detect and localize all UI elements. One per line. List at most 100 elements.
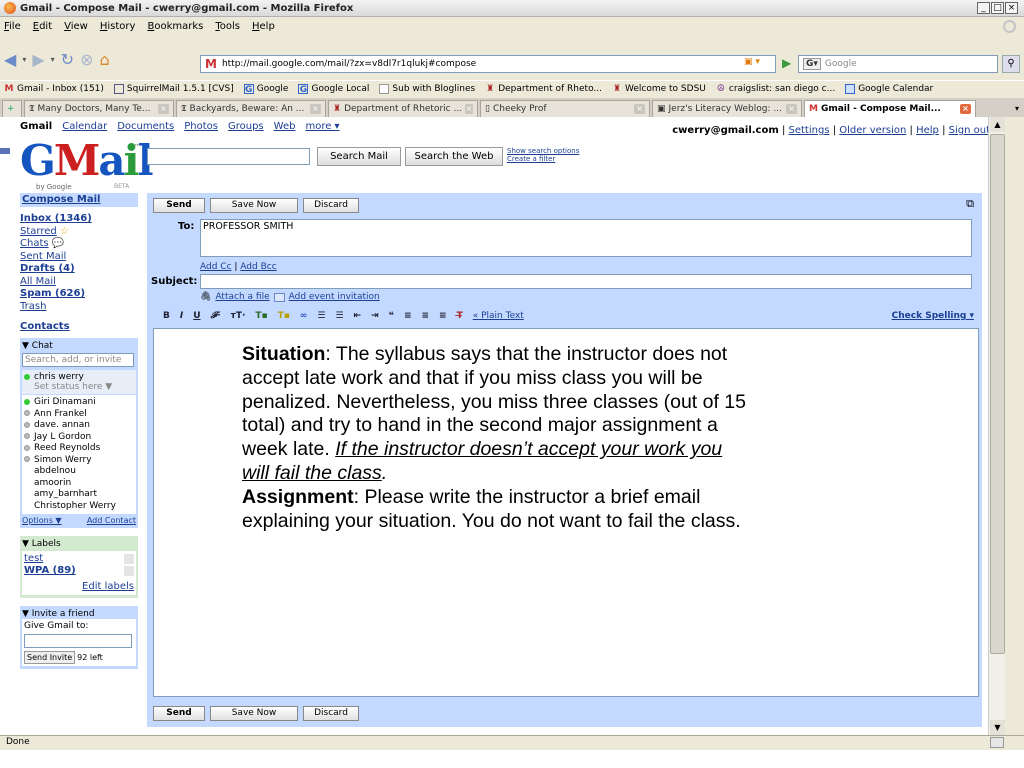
tab-close-icon[interactable]: × — [310, 104, 321, 114]
topnav-groups[interactable]: Groups — [228, 121, 264, 132]
align-right-icon[interactable]: ≡ — [439, 311, 447, 321]
topnav-photos[interactable]: Photos — [184, 121, 218, 132]
older-version-link[interactable]: Older version — [839, 125, 906, 136]
topnav-calendar[interactable]: Calendar — [62, 121, 107, 132]
align-center-icon[interactable]: ≡ — [421, 311, 429, 321]
tab-close-icon[interactable]: × — [158, 104, 169, 114]
subject-field[interactable] — [200, 274, 972, 289]
search-mail-button[interactable]: Search Mail — [317, 147, 401, 166]
scroll-down-icon[interactable]: ▼ — [990, 720, 1005, 735]
url-bar[interactable]: M http://mail.google.com/mail/?zx=v8dl7r… — [200, 55, 776, 73]
tab-rhetoric[interactable]: ♜ Department of Rhetoric ... × — [328, 100, 478, 117]
to-field[interactable]: PROFESSOR SMITH — [200, 219, 972, 257]
add-cc-link[interactable]: Add Cc — [200, 262, 232, 272]
minimize-button[interactable]: _ — [977, 2, 990, 14]
tab-backyards[interactable]: 𝕿 Backyards, Beware: An ... × — [176, 100, 326, 117]
save-now-button[interactable]: Save Now — [210, 198, 298, 213]
sidebar-item-all-mail[interactable]: All Mail — [20, 276, 56, 287]
scrollbar-thumb[interactable] — [990, 134, 1005, 654]
bookmark-sdsu[interactable]: ♜ Welcome to SDSU — [612, 84, 706, 94]
menu-file[interactable]: File — [4, 21, 21, 32]
sidebar-item-inbox[interactable]: Inbox (1346) — [20, 213, 92, 224]
bookmark-gmail-inbox[interactable]: M Gmail - Inbox (151) — [4, 84, 104, 94]
topnav-documents[interactable]: Documents — [117, 121, 174, 132]
add-event-link[interactable]: Add event invitation — [289, 292, 380, 302]
gmail-logo[interactable]: GMail ™ by Google BETA — [20, 139, 154, 193]
tab-close-icon[interactable]: × — [465, 104, 473, 114]
forward-icon[interactable]: ▶ — [32, 50, 44, 69]
back-dropdown-icon[interactable]: ▾ — [22, 55, 26, 64]
tab-close-icon[interactable]: × — [960, 104, 971, 114]
home-icon[interactable]: ⌂ — [99, 50, 109, 69]
chat-search-input[interactable]: Search, add, or invite — [22, 353, 134, 367]
align-left-icon[interactable]: ≡ — [404, 311, 412, 321]
chat-contact[interactable]: Jay L Gordon — [22, 432, 136, 444]
send-invite-button[interactable]: Send Invite — [24, 651, 76, 664]
chat-options-link[interactable]: Options ▼ — [22, 516, 62, 525]
rss-icon[interactable]: ▣ ▾ — [744, 57, 760, 67]
tab-close-icon[interactable]: × — [634, 104, 645, 114]
back-icon[interactable]: ◀ — [4, 50, 16, 69]
discard-button[interactable]: Discard — [303, 198, 359, 213]
link-icon[interactable]: ∞ — [300, 311, 308, 321]
menu-view[interactable]: View — [64, 21, 88, 32]
bold-icon[interactable]: B — [163, 311, 170, 321]
chat-contact[interactable]: abdelnou — [22, 466, 136, 478]
attach-file-link[interactable]: Attach a file — [215, 292, 269, 302]
add-contact-link[interactable]: Add Contact — [87, 516, 136, 525]
compose-mail-link[interactable]: Compose Mail — [22, 194, 100, 205]
italic-icon[interactable]: I — [180, 311, 183, 321]
help-link[interactable]: Help — [916, 125, 939, 136]
quote-icon[interactable]: ❝ — [389, 311, 394, 321]
bullet-list-icon[interactable]: ☰ — [335, 311, 343, 321]
chat-contact[interactable]: Giri Dinamani — [22, 397, 136, 409]
check-spelling-link[interactable]: Check Spelling ▾ — [892, 311, 974, 321]
chat-contact[interactable]: Christopher Werry — [22, 501, 136, 513]
tab-jerz[interactable]: ▣ Jerz's Literacy Weblog: ... × — [652, 100, 802, 117]
new-tab-button[interactable]: + — [2, 100, 22, 117]
bookmark-google-local[interactable]: G Google Local — [298, 84, 369, 95]
chat-contact[interactable]: Ann Frankel — [22, 409, 136, 421]
close-button[interactable]: × — [1005, 2, 1018, 14]
send-button[interactable]: Send — [153, 198, 205, 213]
scroll-up-icon[interactable]: ▲ — [990, 117, 1005, 132]
label-test[interactable]: test — [24, 553, 43, 565]
page-scrollbar[interactable]: ▲ ▼ — [988, 117, 1005, 735]
bookmark-bloglines[interactable]: Sub with Bloglines — [379, 84, 475, 94]
label-wpa[interactable]: WPA (89) — [24, 565, 76, 577]
tab-close-icon[interactable]: × — [786, 104, 797, 114]
menu-tools[interactable]: Tools — [215, 21, 240, 32]
tab-cheeky-prof[interactable]: ▯ Cheeky Prof × — [480, 100, 650, 117]
menu-bookmarks[interactable]: Bookmarks — [147, 21, 203, 32]
sidebar-item-starred[interactable]: Starred — [20, 226, 57, 237]
invite-email-input[interactable] — [24, 634, 132, 648]
topnav-more[interactable]: more ▾ — [305, 121, 339, 132]
outdent-icon[interactable]: ⇤ — [354, 311, 362, 321]
menu-help[interactable]: Help — [252, 21, 275, 32]
tab-list-icon[interactable]: ▾ — [1010, 100, 1024, 117]
discard-button-bottom[interactable]: Discard — [303, 706, 359, 721]
bookmark-rhetoric[interactable]: ♜ Department of Rheto... — [485, 84, 602, 94]
sidebar-item-chats[interactable]: Chats — [20, 238, 49, 249]
chat-contact[interactable]: amy_barnhart — [22, 489, 136, 501]
sidebar-item-drafts[interactable]: Drafts (4) — [20, 263, 75, 274]
sidebar-item-spam[interactable]: Spam (626) — [20, 288, 85, 299]
search-engine-icon[interactable]: G▾ — [803, 58, 821, 70]
chat-contact[interactable]: Reed Reynolds — [22, 443, 136, 455]
text-color-icon[interactable]: T▪ — [255, 311, 267, 321]
chat-contact[interactable]: Simon Werry — [22, 455, 136, 467]
create-filter-link[interactable]: Create a filter — [507, 155, 555, 163]
stop-icon[interactable]: ⊗ — [80, 50, 93, 69]
bookmark-craigslist[interactable]: ☮ craigslist: san diego c... — [716, 84, 835, 94]
send-button-bottom[interactable]: Send — [153, 706, 205, 721]
sign-out-link[interactable]: Sign out — [949, 125, 988, 136]
new-window-icon[interactable]: ⧉ — [966, 197, 974, 211]
status-message-selector[interactable]: Set status here ▼ — [24, 382, 136, 392]
invite-header[interactable]: ▼ Invite a friend — [22, 609, 136, 619]
forward-dropdown-icon[interactable]: ▾ — [51, 55, 55, 64]
save-now-button-bottom[interactable]: Save Now — [210, 706, 298, 721]
font-size-icon[interactable]: тT· — [231, 311, 246, 321]
font-icon[interactable]: 𝓕· — [211, 311, 221, 321]
settings-link[interactable]: Settings — [789, 125, 830, 136]
chat-contact[interactable]: dave. annan — [22, 420, 136, 432]
